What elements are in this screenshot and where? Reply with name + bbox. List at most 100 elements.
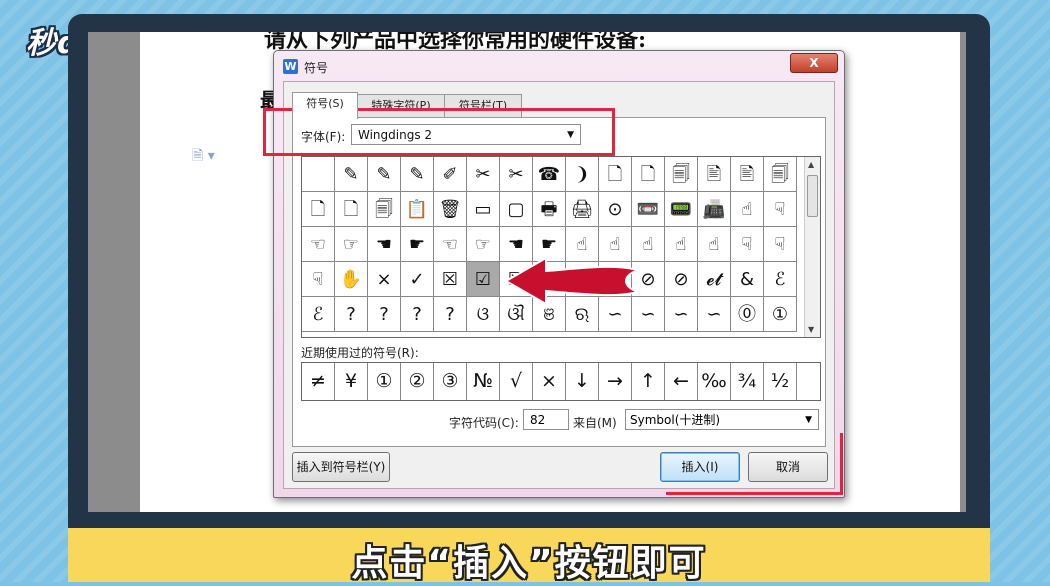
symbol-cell[interactable]: 🖶 xyxy=(533,192,566,227)
caption-text: 点击“插入”按钮即可 xyxy=(351,543,707,584)
symbol-cell[interactable]: 🗋 xyxy=(599,157,632,192)
scroll-down-icon[interactable]: ▼ xyxy=(808,325,814,334)
symbol-cell[interactable]: 📠 xyxy=(698,192,731,227)
wps-writer-icon: W xyxy=(283,59,298,74)
recent-symbol-cell[interactable]: √ xyxy=(500,363,533,400)
symbol-cell[interactable]: 🗋 xyxy=(335,192,368,227)
symbol-cell[interactable]: 🗋 xyxy=(632,157,665,192)
insert-button[interactable]: 插入(I) xyxy=(660,452,740,482)
symbol-grid[interactable]: ✎ ✎ ✎ ✐ ✂ ✂ ☎ ❩ 🗋 🗋 🗐 🖹 🖹 🗐 🗋 🗋 🗐 📋 🗑 ▭ ▢ 🖶 🖨 ⊙ 📼 📟 📠 ☝ ☟ ☜ ☞ ☚ ☛ ☜ ☞ ☚ ☛ ☝ ☝ ☝… xyxy=(301,156,821,338)
source-dropdown[interactable]: Symbol(十进制) ▼ xyxy=(625,409,819,430)
symbol-cell[interactable]: 🖹 xyxy=(698,157,731,192)
recent-symbol-cell[interactable]: × xyxy=(533,363,566,400)
symbol-cell[interactable]: ☟ xyxy=(764,227,797,262)
symbol-cell[interactable]: ℰ xyxy=(764,262,797,297)
symbol-cell[interactable]: 📋 xyxy=(401,192,434,227)
cancel-button[interactable]: 取消 xyxy=(748,452,828,482)
symbol-cell[interactable]: ⊙ xyxy=(599,192,632,227)
recent-symbols-row: ≠ ¥ ① ② ③ № √ × ↓ → ↑ ← ‰ ¾ ½ xyxy=(301,362,821,401)
insert-to-symbol-bar-button[interactable]: 插入到符号栏(Y) xyxy=(292,452,390,482)
symbol-cell[interactable]: ▢ xyxy=(500,192,533,227)
symbol-cell[interactable]: ? xyxy=(401,297,434,332)
recent-symbol-cell[interactable]: № xyxy=(467,363,500,400)
recent-symbol-cell[interactable]: ‰ xyxy=(698,363,731,400)
symbol-cell[interactable]: 🗐 xyxy=(368,192,401,227)
pointing-arrow-icon xyxy=(504,256,640,306)
symbol-cell[interactable]: 🖨 xyxy=(566,192,599,227)
symbol-cell[interactable]: ☞ xyxy=(335,227,368,262)
symbol-cell[interactable]: ✎ xyxy=(335,157,368,192)
character-code-label: 字符代码(C): xyxy=(449,416,519,430)
symbol-cell[interactable]: ଓ xyxy=(467,297,500,332)
symbol-cell[interactable]: ⊘ xyxy=(665,262,698,297)
scroll-up-icon[interactable]: ▲ xyxy=(808,160,814,169)
symbol-cell[interactable]: ✐ xyxy=(434,157,467,192)
symbol-cell[interactable]: ☝ xyxy=(665,227,698,262)
symbol-cell[interactable]: ☞ xyxy=(467,227,500,262)
recent-symbol-cell[interactable]: ← xyxy=(665,363,698,400)
tab-symbols[interactable]: 符号(S) xyxy=(292,92,358,119)
symbol-cell[interactable]: ? xyxy=(368,297,401,332)
symbol-cell[interactable]: 📟 xyxy=(665,192,698,227)
symbol-cell[interactable]: ☟ xyxy=(731,227,764,262)
symbol-cell[interactable]: ⓪ xyxy=(731,297,764,332)
insert-highlight-line-horizontal xyxy=(666,492,842,495)
symbol-cell[interactable]: ? xyxy=(335,297,368,332)
close-button[interactable]: X xyxy=(790,53,838,73)
character-code-input[interactable]: 82 xyxy=(523,409,569,430)
recent-symbol-cell[interactable]: → xyxy=(599,363,632,400)
symbol-cell[interactable]: ✋ xyxy=(335,262,368,297)
symbol-cell[interactable]: ? xyxy=(434,297,467,332)
symbol-cell[interactable]: 🗐 xyxy=(665,157,698,192)
symbol-cell[interactable] xyxy=(302,157,335,192)
symbol-cell[interactable]: ∽ xyxy=(665,297,698,332)
symbol-cell[interactable]: ☚ xyxy=(368,227,401,262)
symbol-cell[interactable]: ✎ xyxy=(401,157,434,192)
symbol-cell[interactable]: 📼 xyxy=(632,192,665,227)
source-label: 来自(M) xyxy=(573,416,617,430)
symbol-cell[interactable]: 🗑 xyxy=(434,192,467,227)
symbol-cell[interactable]: & xyxy=(731,262,764,297)
symbol-grid-scrollbar[interactable]: ▲ ▼ xyxy=(804,157,820,337)
dialog-titlebar[interactable]: W 符号 X xyxy=(274,51,844,79)
recent-symbol-cell[interactable]: ¾ xyxy=(731,363,764,400)
recent-symbol-cell[interactable]: ½ xyxy=(764,363,797,400)
symbol-cell[interactable]: ✓ xyxy=(401,262,434,297)
paste-options-icon[interactable]: 🗎 ▾ xyxy=(192,145,215,169)
symbol-cell[interactable]: ☛ xyxy=(401,227,434,262)
symbol-cell[interactable]: ☑ xyxy=(467,262,500,297)
symbol-cell[interactable]: ❩ xyxy=(566,157,599,192)
symbol-cell[interactable]: ☜ xyxy=(434,227,467,262)
symbol-cell[interactable]: ☝ xyxy=(698,227,731,262)
symbol-cell[interactable]: 𝓮𝓽 xyxy=(698,262,731,297)
recent-symbols-label: 近期使用过的符号(R): xyxy=(301,346,419,360)
symbol-cell[interactable]: × xyxy=(368,262,401,297)
recent-symbol-cell[interactable]: ↓ xyxy=(566,363,599,400)
insert-highlight-line-vertical xyxy=(840,433,843,495)
symbol-cell[interactable]: ☟ xyxy=(302,262,335,297)
symbol-cell[interactable]: ☝ xyxy=(731,192,764,227)
symbol-cell[interactable]: ☜ xyxy=(302,227,335,262)
symbol-cell[interactable]: 🖹 xyxy=(731,157,764,192)
symbol-cell[interactable]: ▭ xyxy=(467,192,500,227)
symbol-cell[interactable]: 🗐 xyxy=(764,157,797,192)
symbol-cell[interactable]: ① xyxy=(764,297,797,332)
caption-bar: 点击“插入”按钮即可 xyxy=(68,528,990,584)
recent-symbol-cell[interactable]: ② xyxy=(401,363,434,400)
symbol-cell[interactable]: ℰ xyxy=(302,297,335,332)
recent-symbol-cell[interactable]: ≠ xyxy=(302,363,335,400)
symbol-cell[interactable]: ☎ xyxy=(533,157,566,192)
symbol-cell[interactable]: ☒ xyxy=(434,262,467,297)
symbol-cell[interactable]: ∽ xyxy=(698,297,731,332)
scrollbar-thumb[interactable] xyxy=(807,175,818,217)
symbol-cell[interactable]: 🗋 xyxy=(302,192,335,227)
recent-symbol-cell[interactable]: ① xyxy=(368,363,401,400)
symbol-cell[interactable]: ✂ xyxy=(500,157,533,192)
symbol-cell[interactable]: ✎ xyxy=(368,157,401,192)
dialog-title: 符号 xyxy=(304,61,329,75)
recent-symbol-cell[interactable]: ③ xyxy=(434,363,467,400)
symbol-cell[interactable]: ☟ xyxy=(764,192,797,227)
recent-symbol-cell[interactable]: ↑ xyxy=(632,363,665,400)
recent-symbol-cell[interactable]: ¥ xyxy=(335,363,368,400)
symbol-cell[interactable]: ✂ xyxy=(467,157,500,192)
